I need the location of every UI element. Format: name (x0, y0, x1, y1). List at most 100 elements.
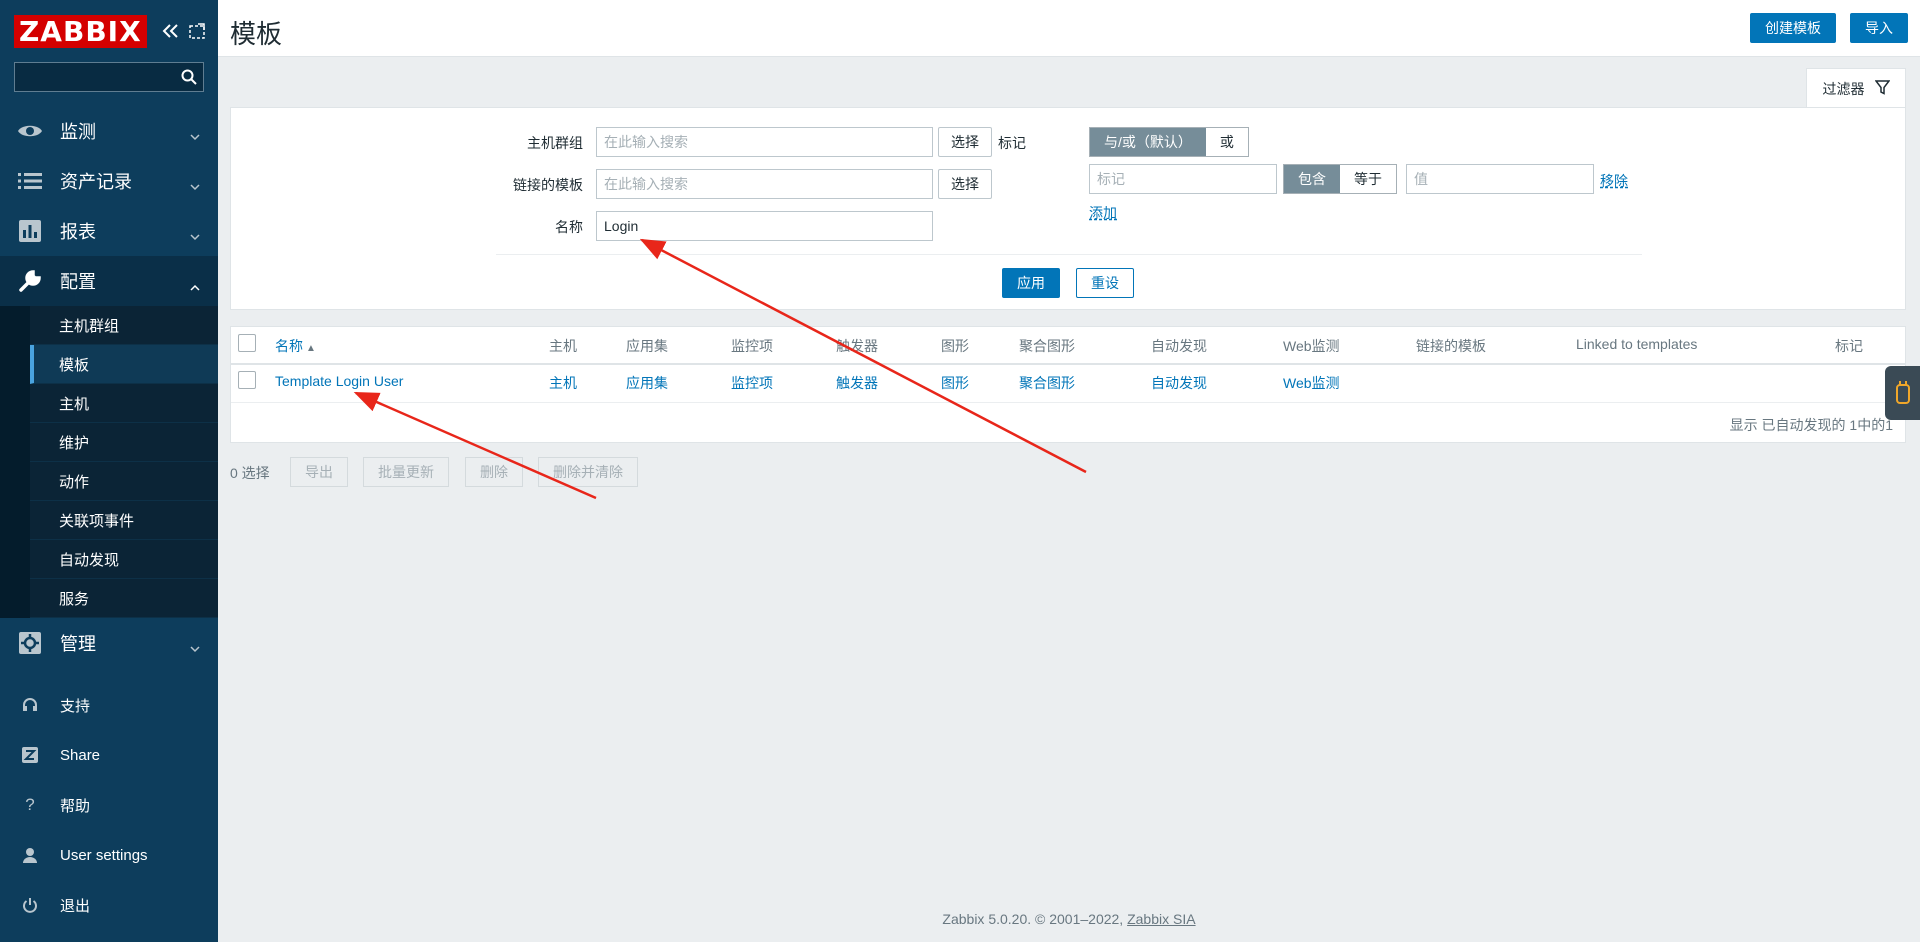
applications-link[interactable]: 应用集 (626, 373, 668, 393)
filter-divider (496, 254, 1642, 255)
sidebar: ZABBIX 监测 资产记录 报表 配置 主机群组 模板 主机 维护 动作 关联… (0, 0, 218, 942)
chevron-down-icon (190, 637, 200, 658)
chevron-down-icon (190, 225, 200, 246)
apply-button[interactable]: 应用 (1002, 268, 1060, 298)
menu-label: Share (60, 746, 101, 764)
menu-configuration[interactable]: 配置 (0, 256, 218, 306)
submenu-hosts[interactable]: 主机 (30, 384, 218, 423)
tag-or-option[interactable]: 或 (1205, 128, 1248, 156)
eye-icon (16, 119, 44, 143)
hosts-link[interactable]: 主机 (549, 373, 577, 393)
zabbix-logo[interactable]: ZABBIX (14, 14, 147, 48)
side-widget[interactable] (1885, 366, 1920, 420)
export-button[interactable]: 导出 (290, 457, 348, 487)
discovery-link[interactable]: 自动发现 (1151, 373, 1207, 393)
menu-label: 配置 (60, 272, 96, 292)
menu-label: 帮助 (60, 797, 91, 815)
collapse-sidebar-icon[interactable] (161, 23, 179, 39)
table-stats: 显示 已自动发现的 1中的1 (1729, 417, 1893, 433)
bottom-menu: 支持 Share ? 帮助 User settings 退出 (0, 680, 218, 930)
menu-user-settings[interactable]: User settings (0, 830, 218, 880)
template-name-link[interactable]: Template Login User (275, 373, 403, 389)
web-link[interactable]: Web监测 (1283, 373, 1340, 393)
menu-label: 管理 (60, 634, 96, 654)
host-group-input[interactable] (596, 127, 933, 157)
mass-update-button[interactable]: 批量更新 (363, 457, 449, 487)
op-equals-option[interactable]: 等于 (1340, 165, 1396, 193)
menu-label: 退出 (60, 897, 91, 915)
column-header-items: 监控项 (731, 338, 773, 354)
menu-support[interactable]: 支持 (0, 680, 218, 730)
main-menu: 监测 资产记录 报表 配置 主机群组 模板 主机 维护 动作 关联项事件 自动发… (0, 106, 218, 668)
op-contains-option[interactable]: 包含 (1284, 165, 1340, 193)
power-icon (20, 897, 40, 913)
items-link[interactable]: 监控项 (731, 373, 773, 393)
create-template-button[interactable]: 创建模板 (1750, 13, 1836, 43)
tag-and-or-option[interactable]: 与/或（默认） (1090, 128, 1206, 156)
import-button[interactable]: 导入 (1850, 13, 1908, 43)
menu-monitoring[interactable]: 监测 (0, 106, 218, 156)
column-header-linked-templates: 链接的模板 (1416, 338, 1486, 354)
submenu-correlation[interactable]: 关联项事件 (30, 501, 218, 540)
wrench-icon (16, 269, 44, 293)
linked-templates-select-button[interactable]: 选择 (938, 169, 992, 199)
submenu-actions[interactable]: 动作 (30, 462, 218, 501)
page-header: 模板 创建模板 导入 (218, 0, 1920, 57)
menu-reports[interactable]: 报表 (0, 206, 218, 256)
table-header-divider (231, 363, 1905, 365)
page-title: 模板 (230, 19, 283, 49)
column-header-hosts: 主机 (549, 338, 577, 354)
submenu-host-groups[interactable]: 主机群组 (30, 306, 218, 345)
menu-label: 支持 (60, 697, 91, 715)
search-icon[interactable] (181, 69, 197, 88)
delete-button[interactable]: 删除 (465, 457, 523, 487)
graphs-link[interactable]: 图形 (941, 373, 969, 393)
submenu-discovery[interactable]: 自动发现 (30, 540, 218, 579)
reset-button[interactable]: 重设 (1076, 268, 1134, 298)
plugin-icon (1894, 379, 1912, 408)
zabbix-sia-link[interactable]: Zabbix SIA (1127, 911, 1195, 927)
row-checkbox[interactable] (238, 371, 256, 389)
column-header-screens: 聚合图形 (1019, 338, 1075, 354)
name-label: 名称 (555, 219, 583, 235)
delete-clear-button[interactable]: 删除并清除 (538, 457, 638, 487)
remove-tag-link[interactable]: 移除 (1600, 171, 1628, 191)
linked-templates-input[interactable] (596, 169, 933, 199)
menu-label: 报表 (60, 222, 96, 242)
bar-chart-icon (16, 219, 44, 243)
add-tag-link[interactable]: 添加 (1089, 203, 1117, 223)
column-header-name[interactable]: 名称 ▲ (275, 336, 316, 356)
submenu-templates[interactable]: 模板 (30, 345, 218, 384)
zabbix-share-icon (20, 747, 40, 763)
submenu-maintenance[interactable]: 维护 (30, 423, 218, 462)
menu-inventory[interactable]: 资产记录 (0, 156, 218, 206)
tag-name-input[interactable] (1089, 164, 1277, 194)
column-header-triggers: 触发器 (836, 338, 878, 354)
filter-tab[interactable]: 过滤器 (1806, 68, 1906, 108)
name-input[interactable] (596, 211, 933, 241)
menu-administration[interactable]: 管理 (0, 618, 218, 668)
column-header-applications: 应用集 (626, 338, 668, 354)
footer-text: Zabbix 5.0.20. © 2001–2022, (942, 911, 1128, 927)
screens-link[interactable]: 聚合图形 (1019, 373, 1075, 393)
triggers-link[interactable]: 触发器 (836, 373, 878, 393)
menu-help[interactable]: ? 帮助 (0, 780, 218, 830)
tag-value-input[interactable] (1406, 164, 1594, 194)
column-header-discovery: 自动发现 (1151, 338, 1207, 354)
column-header-web: Web监测 (1283, 338, 1340, 354)
menu-label: 资产记录 (60, 172, 132, 192)
column-header-graphs: 图形 (941, 338, 969, 354)
filter-panel: 主机群组 选择 链接的模板 选择 名称 标记 与/或（默认） 或 包含 等于 移… (230, 107, 1906, 310)
chevron-down-icon (190, 175, 200, 196)
selected-count: 0 选择 (230, 465, 270, 481)
menu-logout[interactable]: 退出 (0, 880, 218, 930)
tag-eval-toggle: 与/或（默认） 或 (1089, 127, 1249, 157)
search-input[interactable] (15, 63, 203, 91)
config-submenu: 主机群组 模板 主机 维护 动作 关联项事件 自动发现 服务 (0, 306, 218, 618)
submenu-services[interactable]: 服务 (30, 579, 218, 618)
select-all-checkbox[interactable] (238, 334, 256, 352)
row-divider (231, 402, 1905, 403)
menu-share[interactable]: Share (0, 730, 218, 780)
question-icon: ? (25, 795, 35, 814)
kiosk-mode-icon[interactable] (188, 23, 205, 39)
